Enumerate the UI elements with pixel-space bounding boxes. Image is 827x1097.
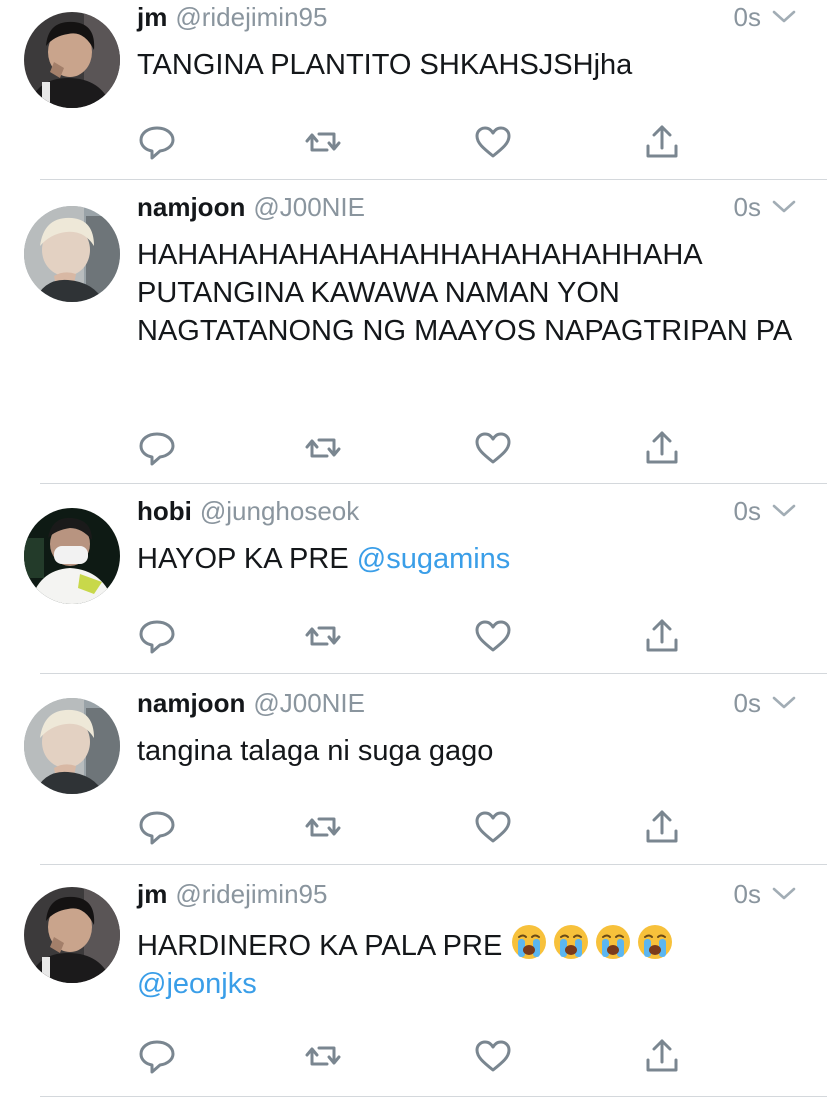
tweet-actions [137, 1036, 697, 1076]
heart-icon[interactable] [473, 616, 513, 656]
username[interactable]: @J00NIE [253, 192, 365, 222]
reply-icon[interactable] [137, 428, 177, 468]
tweet-text-segment: tangina talaga ni suga gago [137, 735, 494, 767]
heart-icon[interactable] [473, 807, 513, 847]
tweet-header: jm @ridejimin95 0s [137, 2, 827, 32]
retweet-icon[interactable] [303, 616, 343, 656]
tweet-header: namjoon @J00NIE 0s [137, 192, 827, 222]
timestamp: 0s [733, 688, 761, 718]
timestamp: 0s [733, 879, 761, 909]
mention-link[interactable]: @sugamins [357, 543, 511, 575]
reply-icon[interactable] [137, 1036, 177, 1076]
timestamp: 0s [733, 496, 761, 526]
display-name[interactable]: hobi [137, 496, 192, 526]
avatar[interactable] [24, 508, 120, 604]
loudly-crying-face-icon [636, 923, 674, 961]
tweet-text-segment: HAYOP KA PRE [137, 543, 357, 575]
tweet-actions [137, 428, 697, 468]
display-name[interactable]: namjoon [137, 192, 245, 222]
reply-icon[interactable] [137, 616, 177, 656]
heart-icon[interactable] [473, 122, 513, 162]
display-name[interactable]: jm [137, 2, 167, 32]
tweet-actions [137, 616, 697, 656]
share-icon[interactable] [642, 1036, 682, 1076]
tweet-text: HAYOP KA PRE @sugamins [137, 540, 807, 578]
tweet-text-segment: HARDINERO KA PALA PRE [137, 930, 511, 962]
reply-icon[interactable] [137, 807, 177, 847]
timestamp: 0s [733, 2, 761, 32]
loudly-crying-face-icon [594, 923, 632, 961]
tweet-header: hobi @junghoseok 0s [137, 496, 827, 526]
username[interactable]: @ridejimin95 [175, 2, 327, 32]
tweet-text: HAHAHAHAHAHAHAHHAHAHAHAHHAHA PUTANGINA K… [137, 236, 807, 350]
chevron-down-icon[interactable] [771, 884, 797, 904]
tweet-text: HARDINERO KA PALA PRE @jeonjks [137, 923, 807, 1003]
retweet-icon[interactable] [303, 1036, 343, 1076]
tweet-header: namjoon @J00NIE 0s [137, 688, 827, 718]
tweet-actions [137, 807, 697, 847]
username[interactable]: @junghoseok [200, 496, 359, 526]
tweet-header: jm @ridejimin95 0s [137, 879, 827, 909]
share-icon[interactable] [642, 122, 682, 162]
chevron-down-icon[interactable] [771, 197, 797, 217]
share-icon[interactable] [642, 428, 682, 468]
tweet-actions [137, 122, 697, 162]
loudly-crying-face-icon [510, 923, 548, 961]
chevron-down-icon[interactable] [771, 693, 797, 713]
username[interactable]: @ridejimin95 [175, 879, 327, 909]
share-icon[interactable] [642, 807, 682, 847]
heart-icon[interactable] [473, 428, 513, 468]
chevron-down-icon[interactable] [771, 501, 797, 521]
retweet-icon[interactable] [303, 807, 343, 847]
tweet-text: TANGINA PLANTITO SHKAHSJSHjha [137, 46, 807, 84]
avatar[interactable] [24, 12, 120, 108]
avatar[interactable] [24, 887, 120, 983]
loudly-crying-face-icon [552, 923, 590, 961]
display-name[interactable]: jm [137, 879, 167, 909]
username[interactable]: @J00NIE [253, 688, 365, 718]
avatar[interactable] [24, 206, 120, 302]
tweet[interactable]: namjoon @J00NIE 0s tangina talaga ni suga g… [0, 674, 827, 865]
retweet-icon[interactable] [303, 428, 343, 468]
tweet-text-segment: TANGINA PLANTITO SHKAHSJSHjha [137, 49, 633, 81]
tweet[interactable]: jm @ridejimin95 0s TANGINA PLANTITO SHKAHSJ… [0, 0, 827, 180]
tweet-text: tangina talaga ni suga gago [137, 732, 807, 770]
tweet[interactable]: hobi @junghoseok 0s HAYOP KA PRE @sugamins [0, 484, 827, 674]
mention-link[interactable]: @jeonjks [137, 968, 257, 1000]
share-icon[interactable] [642, 616, 682, 656]
tweet-text-segment: HAHAHAHAHAHAHAHHAHAHAHAHHAHA PUTANGINA K… [137, 239, 793, 347]
timestamp: 0s [733, 192, 761, 222]
avatar[interactable] [24, 698, 120, 794]
display-name[interactable]: namjoon [137, 688, 245, 718]
tweet[interactable]: namjoon @J00NIE 0s HAHAHAHAHAHAHAHHAHAHAHAH… [0, 180, 827, 484]
retweet-icon[interactable] [303, 122, 343, 162]
chevron-down-icon[interactable] [771, 7, 797, 27]
tweet[interactable]: jm @ridejimin95 0s HARDINERO KA PALA PRE @j… [0, 865, 827, 1097]
reply-icon[interactable] [137, 122, 177, 162]
heart-icon[interactable] [473, 1036, 513, 1076]
